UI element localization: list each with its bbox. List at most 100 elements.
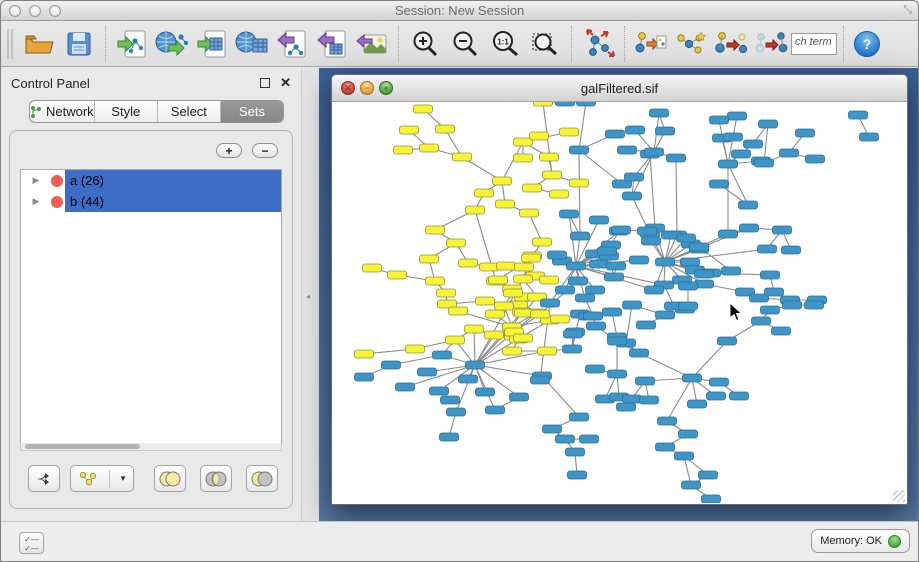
remove-set-button[interactable]: − xyxy=(252,143,278,158)
create-set-dropdown-button[interactable]: ▼ xyxy=(70,465,134,492)
control-panel-header: Control Panel ✕ xyxy=(1,68,301,98)
union-sets-button[interactable] xyxy=(154,465,186,492)
apply-layout-button[interactable] xyxy=(578,25,618,63)
sets-panel: + − ▶ a (26) ▶ b (44) xyxy=(9,130,293,509)
intersect-sets-button[interactable] xyxy=(200,465,232,492)
memory-status-button[interactable]: Memory: OK xyxy=(811,529,910,553)
resize-grip-icon[interactable] xyxy=(893,490,905,502)
export-image-icon xyxy=(356,29,388,59)
help-icon: ? xyxy=(863,36,872,52)
import-network-file-button[interactable] xyxy=(112,25,152,63)
import-network-file-icon xyxy=(116,29,148,59)
import-network-url-icon xyxy=(155,29,189,59)
tab-network[interactable]: Network xyxy=(30,101,95,122)
show-all-icon xyxy=(754,28,788,60)
expand-triangle-icon[interactable]: ▶ xyxy=(29,196,43,207)
float-panel-icon[interactable] xyxy=(260,78,270,88)
set-color-dot xyxy=(51,196,63,208)
zoom-selected-region-icon xyxy=(530,30,560,58)
zoom-in-icon xyxy=(411,30,439,58)
difference-sets-button[interactable] xyxy=(246,465,278,492)
zoom-fit-selected-button[interactable] xyxy=(525,25,565,63)
close-panel-icon[interactable]: ✕ xyxy=(280,75,291,91)
hide-selected-icon xyxy=(714,28,748,60)
set-row-b[interactable]: ▶ b (44) xyxy=(21,191,281,212)
scrollbar-thumb[interactable] xyxy=(25,444,140,449)
network-graph[interactable] xyxy=(333,102,906,503)
toolbar-separator xyxy=(571,26,572,62)
export-table-button[interactable] xyxy=(312,25,352,63)
tab-style[interactable]: Style xyxy=(95,101,158,122)
open-folder-icon xyxy=(24,31,54,57)
toolbar-separator xyxy=(624,26,625,62)
first-neighbors-icon xyxy=(674,28,708,60)
sets-actions: ▼ xyxy=(28,465,282,492)
statusbar: ✓—✓— Memory: OK xyxy=(1,521,918,561)
set-label: b (44) xyxy=(68,194,104,209)
save-session-button[interactable] xyxy=(59,25,99,63)
network-from-selection-button[interactable] xyxy=(631,25,671,63)
window-titlebar: Session: New Session ⤡ xyxy=(1,1,918,21)
toolbar-separator xyxy=(398,26,399,62)
network-window[interactable]: ✕ − + galFiltered.sif xyxy=(331,74,908,505)
panel-splitter[interactable]: ◂ xyxy=(301,68,319,521)
hide-selected-button[interactable] xyxy=(711,25,751,63)
network-from-selection-icon xyxy=(634,28,668,60)
zoom-out-icon xyxy=(451,30,479,58)
split-arrows-icon xyxy=(34,470,54,488)
network-canvas[interactable] xyxy=(333,102,906,503)
network-tab-icon xyxy=(30,105,42,119)
network-window-title: galFiltered.sif xyxy=(332,81,907,96)
add-set-button[interactable]: + xyxy=(216,143,242,158)
export-network-icon xyxy=(276,29,308,59)
control-panel-title: Control Panel xyxy=(11,76,260,91)
toolbar-drag-handle[interactable] xyxy=(7,29,13,59)
memory-ok-icon xyxy=(888,535,901,548)
import-table-file-button[interactable] xyxy=(192,25,232,63)
search-input[interactable]: ch term xyxy=(791,33,837,55)
zoom-out-button[interactable] xyxy=(445,25,485,63)
import-network-url-button[interactable] xyxy=(152,25,192,63)
fullscreen-arrows-icon[interactable]: ⤡ xyxy=(903,4,912,17)
create-set-icon xyxy=(77,470,99,488)
layout-icon xyxy=(581,28,615,60)
split-set-button[interactable] xyxy=(28,465,60,492)
task-monitor-button[interactable]: ✓—✓— xyxy=(19,532,44,554)
network-desktop: ✕ − + galFiltered.sif xyxy=(319,68,918,521)
set-row-a[interactable]: ▶ a (26) xyxy=(21,170,281,191)
network-window-titlebar[interactable]: ✕ − + galFiltered.sif xyxy=(332,75,907,102)
tab-label: Style xyxy=(111,104,140,119)
collapse-arrow-icon[interactable]: ◂ xyxy=(306,292,310,301)
import-table-url-button[interactable] xyxy=(232,25,272,63)
expand-triangle-icon[interactable]: ▶ xyxy=(29,175,43,186)
show-all-button[interactable] xyxy=(751,25,791,63)
tab-sets[interactable]: Sets xyxy=(221,101,283,122)
sets-list[interactable]: ▶ a (26) ▶ b (44) xyxy=(20,169,282,450)
toolbar-separator xyxy=(843,26,844,62)
first-neighbors-button[interactable] xyxy=(671,25,711,63)
control-panel-tabs: Network Style Select Sets xyxy=(29,100,284,123)
mouse-cursor-icon xyxy=(729,302,743,322)
control-panel: Control Panel ✕ Network Style Select Set… xyxy=(1,68,301,521)
cytoscape-window: { "window": { "title": "Session: New Ses… xyxy=(0,0,919,562)
main-toolbar: 1:1 ch term ? xyxy=(1,21,918,67)
venn-intersection-icon xyxy=(204,471,228,487)
tab-label: Select xyxy=(171,104,207,119)
help-button[interactable]: ? xyxy=(854,31,880,57)
import-table-file-icon xyxy=(196,29,228,59)
memory-label: Memory: OK xyxy=(820,535,882,547)
export-image-button[interactable] xyxy=(352,25,392,63)
zoom-in-button[interactable] xyxy=(405,25,445,63)
horizontal-scrollbar[interactable] xyxy=(20,443,282,451)
zoom-actual-size-button[interactable]: 1:1 xyxy=(485,25,525,63)
venn-difference-icon xyxy=(250,471,274,487)
export-network-button[interactable] xyxy=(272,25,312,63)
export-table-icon xyxy=(316,29,348,59)
set-label: a (26) xyxy=(68,173,104,188)
tab-select[interactable]: Select xyxy=(158,101,221,122)
tab-label: Sets xyxy=(239,104,265,119)
open-session-button[interactable] xyxy=(19,25,59,63)
dropdown-arrow-icon: ▼ xyxy=(119,474,127,483)
venn-union-icon xyxy=(158,471,182,487)
main-split: Control Panel ✕ Network Style Select Set… xyxy=(1,68,918,521)
